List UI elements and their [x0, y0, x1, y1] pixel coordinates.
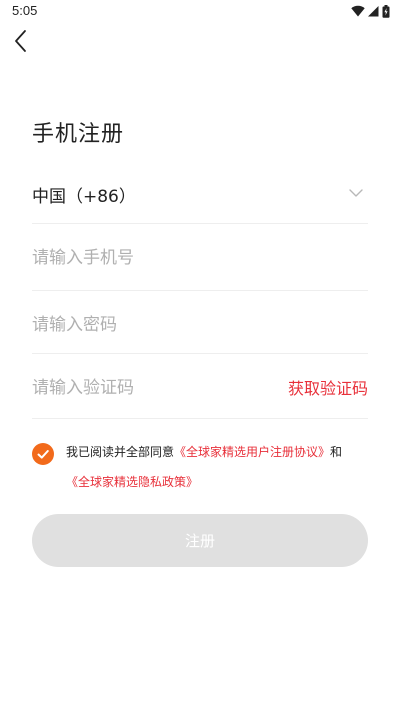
password-field-row	[32, 291, 368, 354]
country-code-value: 中国（+86）	[32, 187, 136, 207]
back-arrow-icon	[15, 30, 26, 52]
status-icons	[351, 4, 390, 18]
status-time: 5:05	[12, 3, 38, 18]
user-agreement-link[interactable]: 《全球家精选用户注册协议》	[174, 445, 330, 459]
status-bar: 5:05	[0, 0, 400, 24]
signal-icon	[368, 6, 379, 17]
agreement-prefix: 我已阅读并全部同意	[66, 445, 175, 459]
page-title: 手机注册	[32, 122, 125, 147]
agreement-checkbox[interactable]	[32, 443, 54, 465]
agreement-text-line1: 我已阅读并全部同意《全球家精选用户注册协议》和	[66, 443, 342, 460]
phone-field-row	[32, 224, 368, 291]
back-button[interactable]	[10, 29, 34, 53]
get-code-button[interactable]: 获取验证码	[288, 375, 368, 399]
verification-code-input[interactable]	[32, 374, 252, 402]
agreement-connector: 和	[330, 445, 343, 459]
password-input[interactable]	[32, 311, 282, 339]
phone-input[interactable]	[32, 244, 282, 272]
register-button[interactable]: 注册	[32, 514, 368, 567]
wifi-icon	[351, 5, 365, 17]
country-selector[interactable]: 中国（+86）	[32, 160, 368, 224]
privacy-policy-link[interactable]: 《全球家精选隐私政策》	[66, 475, 198, 489]
chevron-down-icon	[349, 189, 363, 197]
checkmark-icon	[37, 450, 49, 459]
battery-icon	[382, 4, 390, 18]
verification-code-row: 获取验证码	[32, 354, 368, 419]
agreement-text-line2: 《全球家精选隐私政策》	[66, 473, 198, 490]
